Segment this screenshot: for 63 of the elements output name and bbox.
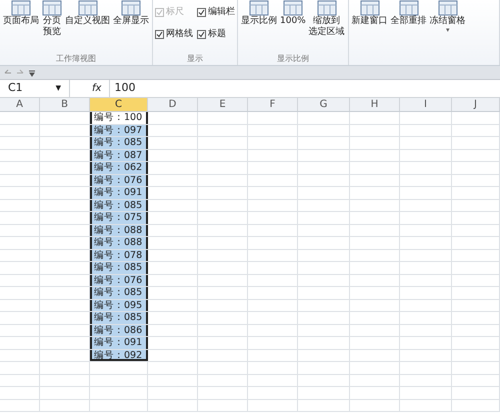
view-icon <box>249 0 269 16</box>
checkmark-icon <box>198 30 205 38</box>
redo-icon[interactable] <box>16 68 24 76</box>
table-cell[interactable]: 编号：078 <box>90 250 148 261</box>
column-header[interactable]: C <box>90 98 148 111</box>
table-cell[interactable]: 编号：075 <box>90 212 148 224</box>
group-label: 显示比例 <box>276 53 310 65</box>
table-cell[interactable]: 编号：092 <box>90 350 148 361</box>
checkmark-icon <box>156 9 163 16</box>
formula-input[interactable]: 100 <box>109 80 500 97</box>
column-header[interactable]: G <box>298 98 350 111</box>
column-header[interactable]: F <box>248 98 298 111</box>
ribbon-button[interactable]: 自定义视图 <box>64 0 111 53</box>
ribbon-button[interactable]: 分页 预览 <box>41 0 63 53</box>
table-cell[interactable]: 编号：085 <box>90 312 148 324</box>
view-icon <box>121 0 141 16</box>
column-header[interactable]: H <box>350 98 400 111</box>
view-icon <box>42 0 62 16</box>
table-cell[interactable]: 编号：088 <box>90 224 148 236</box>
table-cell[interactable]: 编号：086 <box>90 324 148 336</box>
view-icon <box>398 0 419 16</box>
column-header[interactable]: I <box>400 98 452 111</box>
ribbon-button[interactable]: 100% <box>279 0 307 53</box>
table-cell[interactable]: 编号：091 <box>90 337 148 348</box>
table-cell[interactable]: 编号：085 <box>90 137 148 148</box>
view-icon <box>282 0 303 16</box>
table-cell[interactable]: 编号：085 <box>90 262 148 274</box>
checkbox[interactable]: 网格线 <box>155 28 193 41</box>
view-icon <box>360 0 380 16</box>
checkbox[interactable]: 编辑栏 <box>197 6 235 20</box>
group-label: 工作簿视图 <box>55 53 97 65</box>
checkmark-icon <box>156 30 163 38</box>
table-cell[interactable]: 编号：085 <box>90 287 148 298</box>
group-label: 显示 <box>186 53 204 65</box>
table-cell[interactable]: 编号：100 <box>90 112 148 124</box>
table-cell[interactable]: 编号：062 <box>90 162 148 174</box>
checkbox[interactable]: 标题 <box>197 28 235 41</box>
column-header[interactable]: E <box>198 98 248 111</box>
checkmark-icon <box>198 9 205 16</box>
table-cell[interactable]: 编号：085 <box>90 200 148 211</box>
ribbon-button[interactable]: 全部重排 <box>390 0 428 65</box>
table-cell[interactable]: 编号：076 <box>90 174 148 186</box>
table-cell[interactable]: 编号：095 <box>90 300 148 311</box>
ribbon-button[interactable]: 显示比例 <box>240 0 278 53</box>
view-icon <box>316 0 337 16</box>
view-icon <box>11 0 31 16</box>
table-cell[interactable]: 编号：076 <box>90 274 148 286</box>
column-header[interactable]: D <box>148 98 198 111</box>
ribbon-button[interactable]: 新建窗口 <box>350 0 389 65</box>
table-cell[interactable]: 编号：088 <box>90 237 148 248</box>
table-cell[interactable]: 编号：087 <box>90 150 148 161</box>
view-icon <box>438 0 458 16</box>
ribbon-button[interactable]: 缩放到 选定区域 <box>308 0 346 53</box>
column-header[interactable]: A <box>0 98 40 111</box>
table-cell[interactable]: 编号：091 <box>90 187 148 198</box>
ribbon-button[interactable]: 页面布局 <box>2 0 40 53</box>
customize-toolbar-icon[interactable] <box>28 68 36 76</box>
view-icon <box>78 0 98 16</box>
undo-icon[interactable] <box>4 68 12 76</box>
function-label[interactable]: fx <box>84 81 110 96</box>
ribbon-button[interactable]: 全屏显示 <box>112 0 150 53</box>
column-header[interactable]: J <box>452 98 500 111</box>
table-cell[interactable]: 编号：097 <box>90 124 148 136</box>
